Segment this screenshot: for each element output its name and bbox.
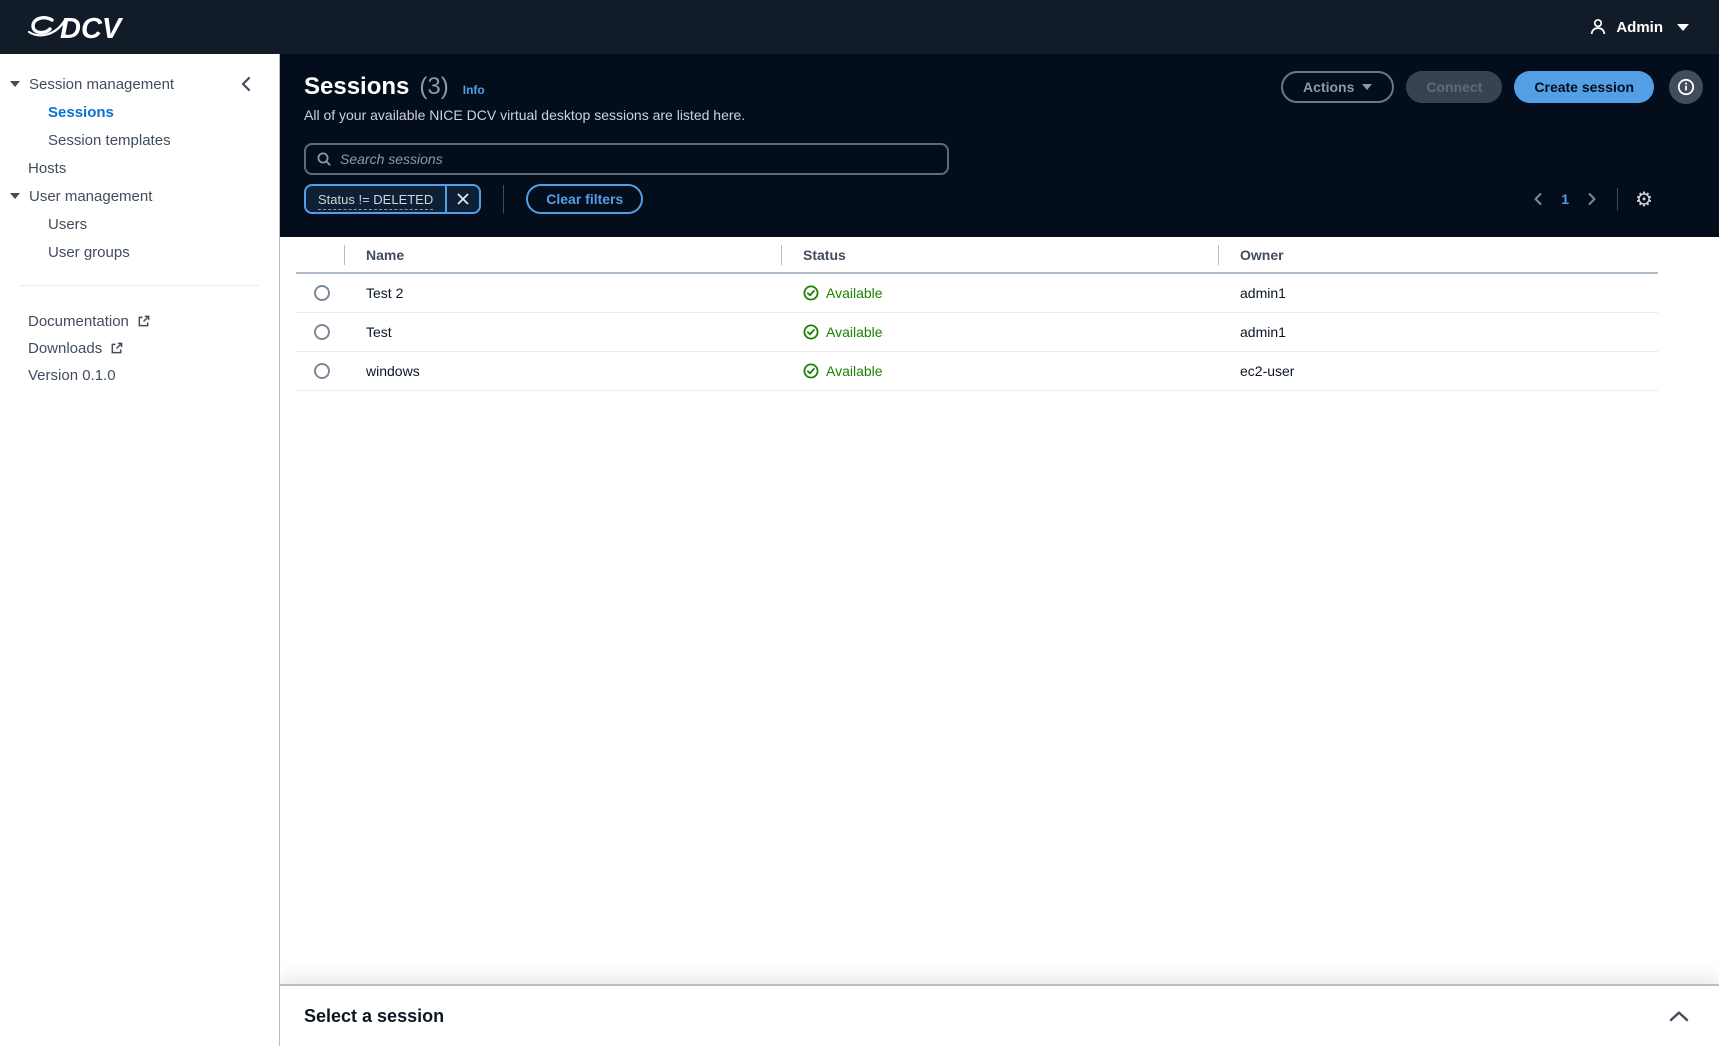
remove-filter-button[interactable]: [445, 186, 479, 212]
session-owner: admin1: [1240, 324, 1286, 340]
table-row[interactable]: Test 2 Available admin1: [296, 274, 1658, 313]
search-box[interactable]: [304, 143, 949, 175]
column-header-owner[interactable]: Owner: [1218, 247, 1658, 263]
dcv-logo-icon: DCV: [28, 13, 124, 45]
page-title: Sessions: [304, 73, 410, 100]
filter-chip[interactable]: Status != DELETED: [304, 184, 482, 214]
triangle-down-icon: [10, 193, 20, 199]
sidebar-item-hosts[interactable]: Hosts: [0, 154, 279, 182]
sidebar-item-label: Users: [48, 215, 88, 233]
sidebar-item-users[interactable]: Users: [0, 210, 279, 238]
previous-page-button[interactable]: [1528, 188, 1548, 210]
documentation-link[interactable]: Documentation: [0, 308, 279, 335]
topbar: DCV Admin: [0, 0, 1719, 54]
gear-icon: ⚙: [1635, 187, 1653, 211]
row-radio-button[interactable]: [314, 285, 330, 301]
check-circle-icon: [803, 324, 819, 340]
next-page-button[interactable]: [1582, 188, 1602, 210]
session-name: Test 2: [366, 285, 404, 301]
external-link-icon: [111, 342, 123, 354]
pagination-divider: [1617, 188, 1619, 210]
link-label: Documentation: [28, 313, 129, 330]
user-name: Admin: [1616, 18, 1663, 36]
check-circle-icon: [803, 363, 819, 379]
sidebar-item-sessions[interactable]: Sessions: [0, 98, 279, 126]
sidebar-item-label: Session management: [29, 75, 175, 93]
pagination: 1 ⚙: [1528, 187, 1655, 211]
downloads-link[interactable]: Downloads: [0, 335, 279, 362]
main-content: Sessions (3) Info Actions Connect Create…: [280, 54, 1719, 1046]
sidebar-item-session-templates[interactable]: Session templates: [0, 126, 279, 154]
sidebar-item-label: User management: [29, 187, 153, 205]
sidebar-item-label: Session templates: [48, 131, 171, 149]
table-row[interactable]: windows Available ec2-user: [296, 352, 1658, 391]
sidebar: Session management Sessions Session temp…: [0, 54, 280, 1046]
link-label: Downloads: [28, 340, 103, 357]
toolbar-divider: [503, 185, 505, 213]
session-count: (3): [419, 73, 449, 100]
clear-filters-button[interactable]: Clear filters: [526, 184, 644, 214]
session-name: windows: [366, 363, 420, 379]
version-label: Version 0.1.0: [28, 367, 116, 384]
search-icon: [317, 152, 331, 166]
sidebar-item-label: Sessions: [48, 103, 114, 121]
search-input[interactable]: [340, 151, 937, 167]
column-header-name[interactable]: Name: [344, 247, 781, 263]
chevron-right-icon: [1588, 193, 1596, 205]
actions-button[interactable]: Actions: [1281, 71, 1395, 103]
sidebar-item-label: Hosts: [28, 159, 67, 177]
connect-button[interactable]: Connect: [1406, 71, 1503, 103]
caret-down-icon: [1677, 23, 1689, 31]
status-label: Available: [826, 285, 883, 301]
status-badge: Available: [803, 285, 1218, 301]
caret-down-icon: [1362, 84, 1373, 90]
check-circle-icon: [803, 285, 819, 301]
split-panel-title: Select a session: [304, 1005, 445, 1026]
sidebar-divider: [20, 285, 259, 286]
row-radio-button[interactable]: [314, 324, 330, 340]
split-panel: Select a session: [280, 984, 1719, 1046]
triangle-down-icon: [10, 81, 20, 87]
external-link-icon: [138, 315, 150, 327]
info-icon: [1677, 78, 1695, 96]
logo-text: DCV: [60, 13, 124, 45]
create-session-button[interactable]: Create session: [1514, 71, 1654, 103]
actions-button-label: Actions: [1303, 79, 1355, 95]
sidebar-collapse-button[interactable]: [237, 74, 255, 94]
info-link[interactable]: Info: [463, 83, 485, 97]
session-owner: admin1: [1240, 285, 1286, 301]
sidebar-item-user-management[interactable]: User management: [0, 182, 279, 210]
status-label: Available: [826, 324, 883, 340]
user-menu[interactable]: Admin: [1589, 18, 1689, 36]
chevron-left-icon: [241, 76, 251, 92]
status-badge: Available: [803, 324, 1218, 340]
filter-chip-label: Status != DELETED: [306, 191, 445, 210]
row-radio-button[interactable]: [314, 363, 330, 379]
session-name: Test: [366, 324, 392, 340]
dcv-logo: DCV: [28, 7, 140, 47]
dcv-console: DCV Admin Session management Sessions Se…: [0, 0, 1719, 1046]
session-owner: ec2-user: [1240, 363, 1295, 379]
page-number[interactable]: 1: [1556, 191, 1574, 207]
column-header-status[interactable]: Status: [781, 247, 1218, 263]
sidebar-item-user-groups[interactable]: User groups: [0, 238, 279, 266]
user-icon: [1589, 18, 1607, 36]
page-header: Sessions (3) Info Actions Connect Create…: [280, 54, 1719, 237]
table-settings-button[interactable]: ⚙: [1633, 187, 1655, 211]
page-subtitle: All of your available NICE DCV virtual d…: [304, 107, 746, 123]
expand-panel-button[interactable]: [1665, 1006, 1693, 1026]
table-row[interactable]: Test Available admin1: [296, 313, 1658, 352]
table-header-row: Name Status Owner: [296, 237, 1658, 274]
close-icon: [457, 193, 469, 205]
info-panel-button[interactable]: [1669, 70, 1703, 104]
chevron-up-icon: [1669, 1011, 1689, 1022]
status-badge: Available: [803, 363, 1218, 379]
status-label: Available: [826, 363, 883, 379]
chevron-left-icon: [1534, 193, 1542, 205]
sidebar-item-label: User groups: [48, 243, 130, 261]
sessions-table: Name Status Owner Test 2 Available admin…: [280, 237, 1719, 984]
